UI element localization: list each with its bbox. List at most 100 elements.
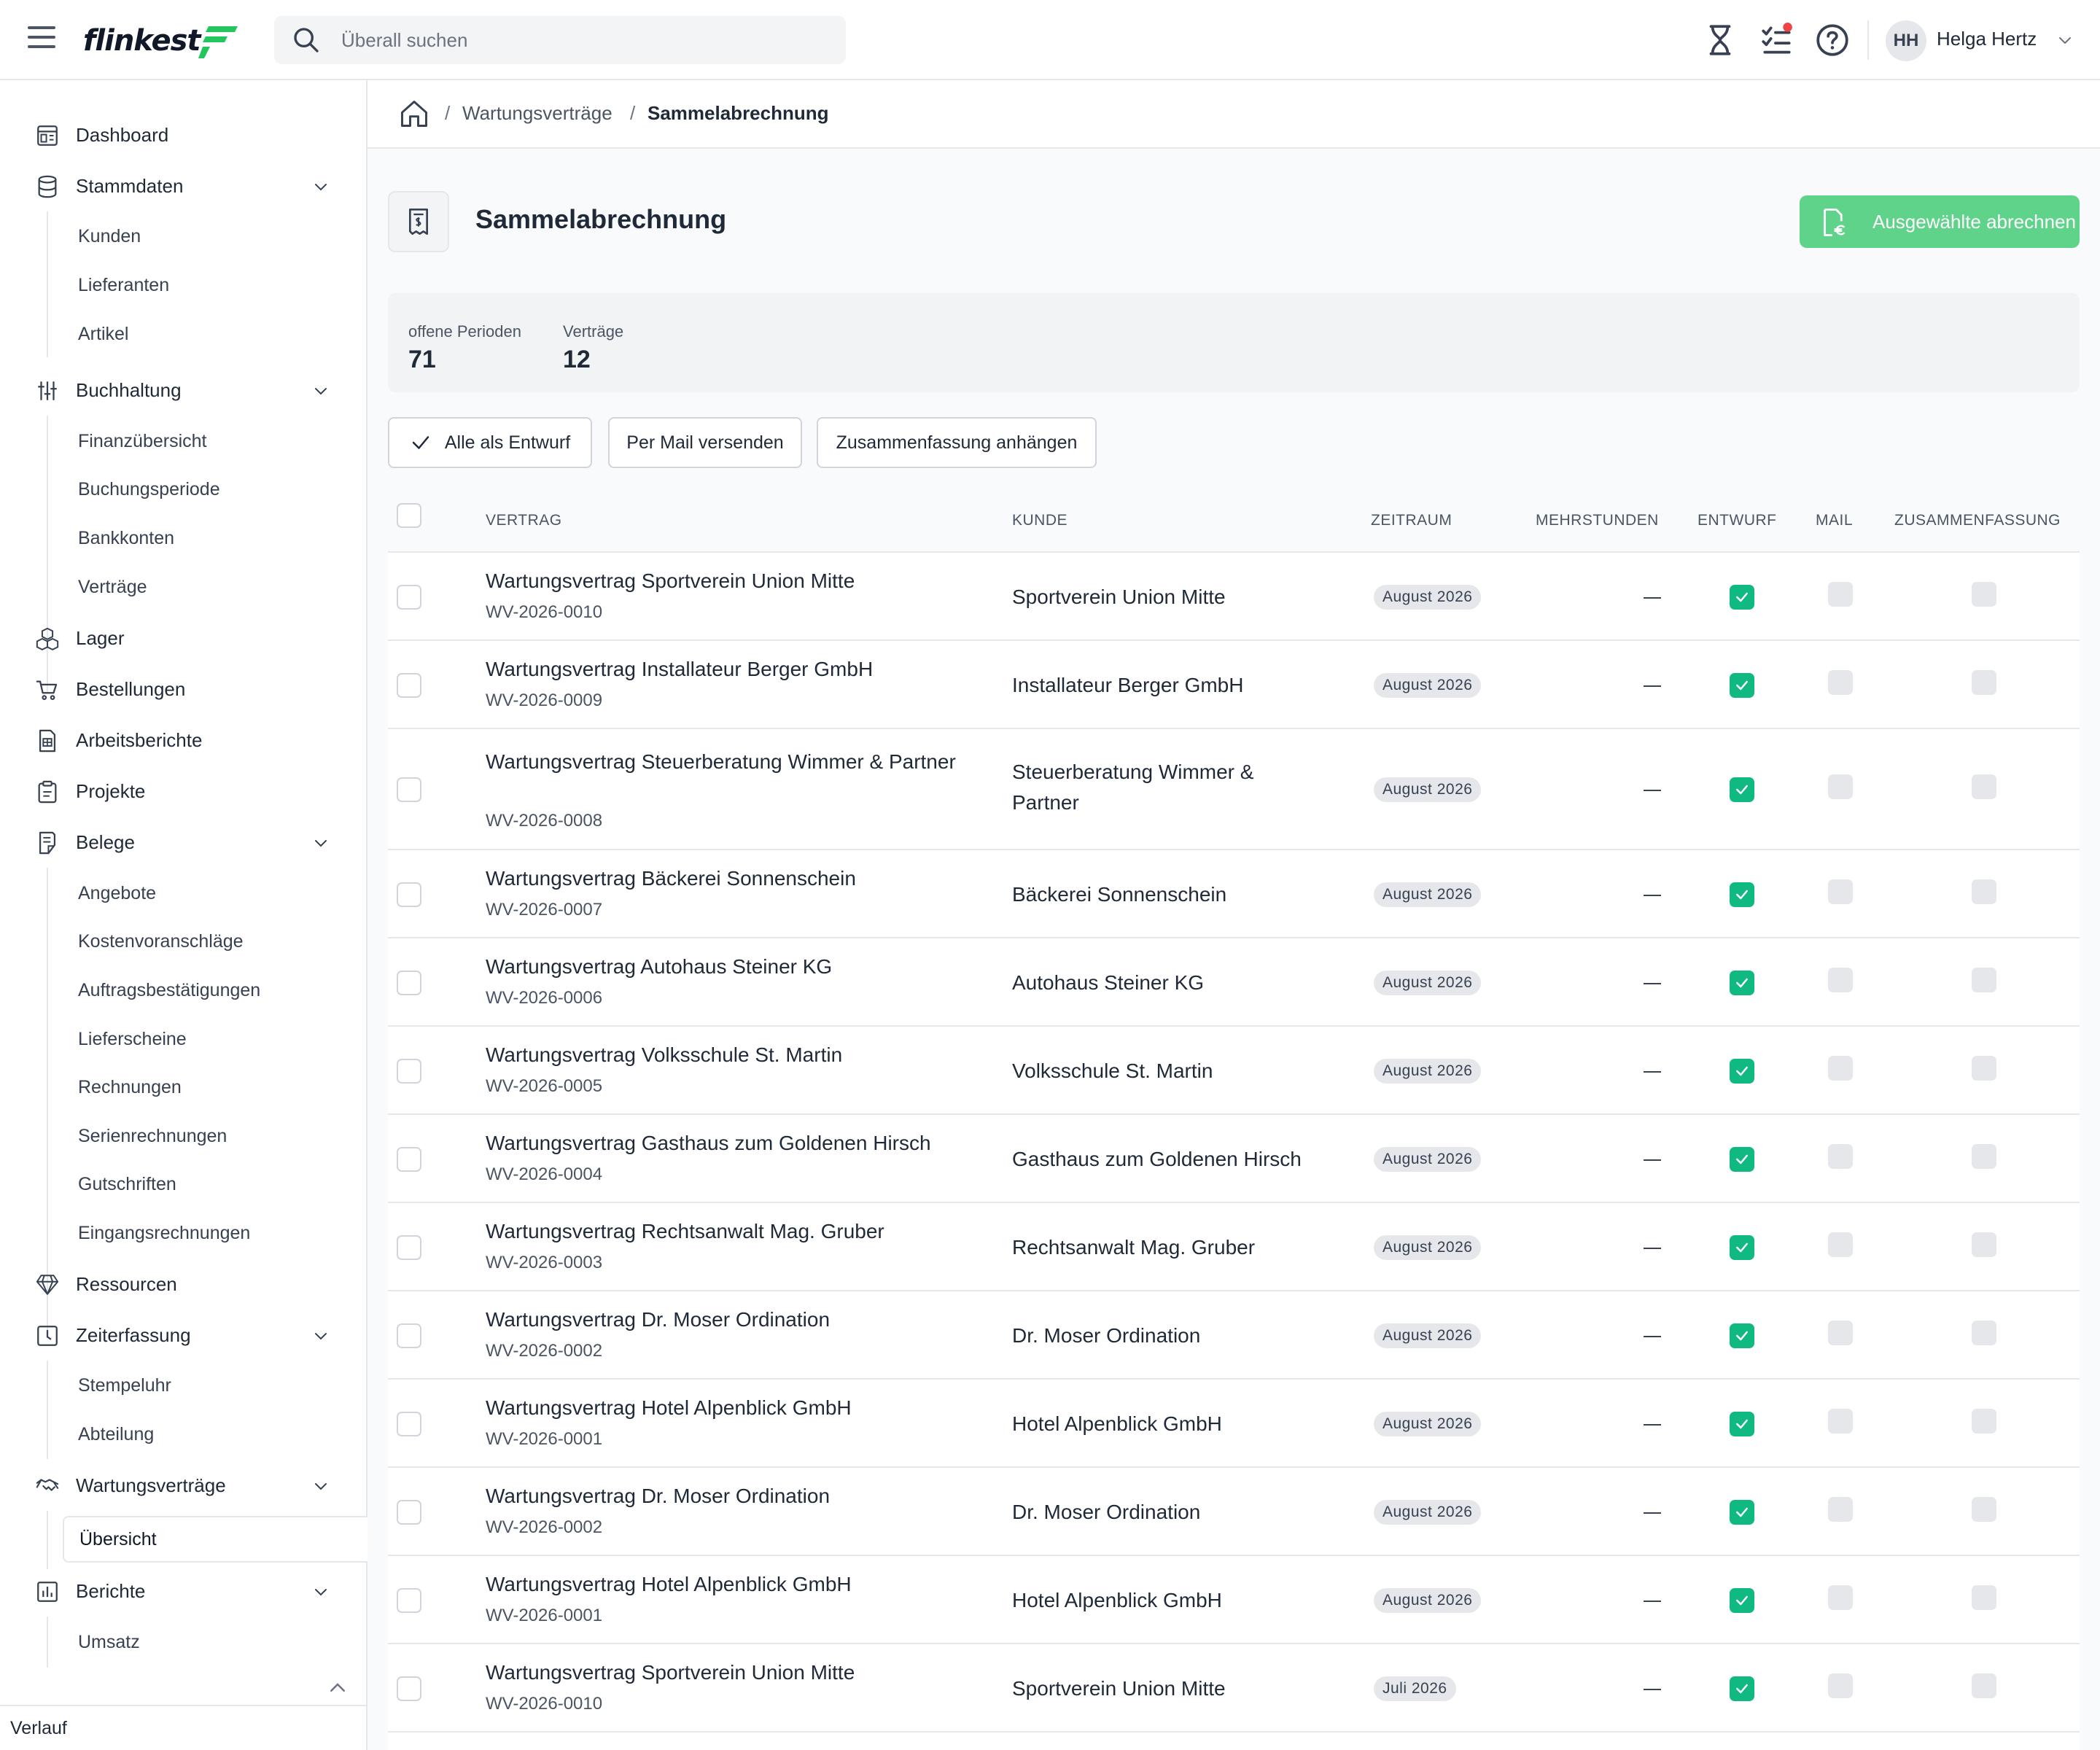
table-row[interactable]: Wartungsvertrag Hotel Alpenblick GmbH WV-… <box>388 1380 2080 1468</box>
row-select-checkbox[interactable] <box>397 673 421 698</box>
table-row[interactable]: Wartungsvertrag Bäckerei Sonnenschein WV-… <box>388 850 2080 938</box>
table-row[interactable]: Wartungsvertrag Autohaus Steiner KG WV-20… <box>388 938 2080 1027</box>
mail-checkbox[interactable] <box>1828 1321 1853 1345</box>
summary-checkbox[interactable] <box>1972 1321 1996 1345</box>
row-select-checkbox[interactable] <box>397 1500 421 1525</box>
row-select-checkbox[interactable] <box>397 882 421 907</box>
contract-name[interactable]: Wartungsvertrag Sportverein Union Mitte <box>486 566 967 596</box>
sidebar-item-berichte[interactable]: Berichte <box>0 1569 365 1613</box>
draft-checkbox[interactable] <box>1730 673 1754 698</box>
tasks-icon[interactable] <box>1759 22 1795 58</box>
sidebar-item-eingangsrechnungen[interactable]: Eingangsrechnungen <box>0 1213 365 1253</box>
draft-checkbox[interactable] <box>1730 1323 1754 1348</box>
draft-checkbox[interactable] <box>1730 1412 1754 1436</box>
chevron-down-icon[interactable] <box>312 179 330 196</box>
summary-checkbox[interactable] <box>1972 582 1996 607</box>
sidebar-item-angebote[interactable]: Angebote <box>0 873 365 914</box>
column-header-entwurf[interactable]: ENTWURF <box>1698 512 1776 529</box>
draft-checkbox[interactable] <box>1730 1588 1754 1613</box>
chevron-down-icon[interactable] <box>312 1584 330 1601</box>
column-header-mail[interactable]: MAIL <box>1816 512 1853 529</box>
menu-icon[interactable] <box>28 26 55 52</box>
summary-checkbox[interactable] <box>1972 1409 1996 1434</box>
sidebar-item-wartungsvertraege[interactable]: Wartungsverträge <box>0 1463 365 1507</box>
table-row[interactable]: Wartungsvertrag Dr. Moser Ordination WV-2… <box>388 1468 2080 1556</box>
sidebar-item-lieferscheine[interactable]: Lieferscheine <box>0 1019 365 1059</box>
row-select-checkbox[interactable] <box>397 1412 421 1436</box>
summary-checkbox[interactable] <box>1972 1673 1996 1698</box>
search-input[interactable] <box>341 16 822 64</box>
sidebar-item-projekte[interactable]: Projekte <box>0 769 365 813</box>
sidebar-item-artikel[interactable]: Artikel <box>0 314 365 354</box>
draft-checkbox[interactable] <box>1730 585 1754 610</box>
summary-checkbox[interactable] <box>1972 670 1996 695</box>
contract-name[interactable]: Wartungsvertrag Installateur Berger GmbH <box>486 654 967 685</box>
table-row[interactable]: Wartungsvertrag Dr. Moser Ordination WV-2… <box>388 1291 2080 1380</box>
row-select-checkbox[interactable] <box>397 1323 421 1348</box>
column-header-kunde[interactable]: KUNDE <box>1012 512 1068 529</box>
mail-checkbox[interactable] <box>1828 1585 1853 1610</box>
contract-name[interactable]: Wartungsvertrag Rechtsanwalt Mag. Gruber <box>486 1216 967 1247</box>
chevron-down-icon[interactable] <box>312 1328 330 1345</box>
sidebar-item-stammdaten[interactable]: Stammdaten <box>0 164 365 208</box>
sidebar-item-vertraege[interactable]: Verträge <box>0 567 365 607</box>
draft-checkbox[interactable] <box>1730 882 1754 907</box>
contract-name[interactable]: Wartungsvertrag Volksschule St. Martin <box>486 1040 967 1070</box>
chevron-down-icon[interactable] <box>2056 32 2074 50</box>
chevron-down-icon[interactable] <box>312 835 330 852</box>
column-header-zeitraum[interactable]: ZEITRAUM <box>1371 512 1452 529</box>
breadcrumb-wartungsvertraege[interactable]: Wartungsverträge <box>462 102 612 125</box>
summary-checkbox[interactable] <box>1972 879 1996 904</box>
contract-name[interactable]: Wartungsvertrag Dr. Moser Ordination <box>486 1304 967 1335</box>
home-icon[interactable] <box>398 98 430 130</box>
draft-checkbox[interactable] <box>1730 1500 1754 1525</box>
sidebar-item-bankkonten[interactable]: Bankkonten <box>0 518 365 559</box>
mail-checkbox[interactable] <box>1828 879 1853 904</box>
summary-checkbox[interactable] <box>1972 968 1996 992</box>
sidebar-item-arbeitsberichte[interactable]: Arbeitsberichte <box>0 718 365 762</box>
sidebar-item-abteilung[interactable]: Abteilung <box>0 1414 365 1455</box>
row-select-checkbox[interactable] <box>397 971 421 995</box>
sidebar-item-belege[interactable]: Belege <box>0 820 365 864</box>
table-row[interactable]: Wartungsvertrag Hotel Alpenblick GmbH WV-… <box>388 1556 2080 1644</box>
sidebar-item-buchhaltung[interactable]: Buchhaltung <box>0 368 365 412</box>
summary-checkbox[interactable] <box>1972 1056 1996 1081</box>
column-header-zusammenfassung[interactable]: ZUSAMMENFASSUNG <box>1894 512 2061 529</box>
chevron-down-icon[interactable] <box>312 1478 330 1496</box>
row-select-checkbox[interactable] <box>397 1235 421 1260</box>
sidebar-item-kostenvoranschlaege[interactable]: Kostenvoranschläge <box>0 921 365 962</box>
table-row[interactable]: Wartungsvertrag Gasthaus zum Goldenen Hi… <box>388 1115 2080 1203</box>
sidebar-item-uebersicht[interactable]: Übersicht <box>63 1516 368 1563</box>
mail-checkbox[interactable] <box>1828 1056 1853 1081</box>
draft-checkbox[interactable] <box>1730 971 1754 995</box>
global-search[interactable] <box>274 16 846 64</box>
logo[interactable]: flinkest <box>83 19 238 63</box>
mail-checkbox[interactable] <box>1828 1409 1853 1434</box>
draft-checkbox[interactable] <box>1730 1676 1754 1701</box>
row-select-checkbox[interactable] <box>397 1147 421 1172</box>
draft-checkbox[interactable] <box>1730 777 1754 802</box>
draft-checkbox[interactable] <box>1730 1147 1754 1172</box>
row-select-checkbox[interactable] <box>397 1588 421 1613</box>
sidebar-item-finanzuebersicht[interactable]: Finanzübersicht <box>0 421 365 462</box>
table-row[interactable]: Wartungsvertrag Volksschule St. Martin WV… <box>388 1027 2080 1115</box>
contract-name[interactable]: Wartungsvertrag Bäckerei Sonnenschein <box>486 863 967 894</box>
sidebar-item-lieferanten[interactable]: Lieferanten <box>0 265 365 306</box>
column-header-vertrag[interactable]: VERTRAG <box>486 512 562 529</box>
summary-checkbox[interactable] <box>1972 774 1996 799</box>
sidebar-item-dashboard[interactable]: Dashboard <box>0 113 365 157</box>
sidebar-item-lager[interactable]: Lager <box>0 616 365 660</box>
attach-summary-button[interactable]: Zusammenfassung anhängen <box>817 417 1097 468</box>
sidebar-item-auftragsbestaetigungen[interactable]: Auftragsbestätigungen <box>0 970 365 1011</box>
sidebar-item-gutschriften[interactable]: Gutschriften <box>0 1164 365 1205</box>
sidebar-item-serienrechnungen[interactable]: Serienrechnungen <box>0 1116 365 1156</box>
sidebar-item-ressourcen[interactable]: Ressourcen <box>0 1262 365 1306</box>
chevron-up-icon[interactable] <box>327 1677 349 1699</box>
mail-checkbox[interactable] <box>1828 670 1853 695</box>
row-select-checkbox[interactable] <box>397 585 421 610</box>
row-select-checkbox[interactable] <box>397 1676 421 1701</box>
sidebar-item-kunden[interactable]: Kunden <box>0 216 365 257</box>
select-all-checkbox[interactable] <box>397 503 421 528</box>
user-name[interactable]: Helga Hertz <box>1937 28 2037 50</box>
help-icon[interactable] <box>1814 22 1851 58</box>
